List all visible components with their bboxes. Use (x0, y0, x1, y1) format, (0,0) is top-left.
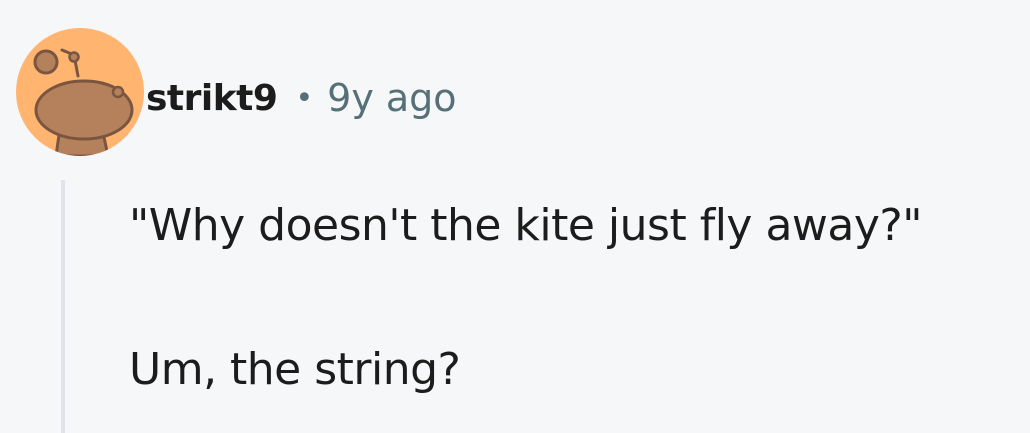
snoo-avatar-icon[interactable] (16, 28, 144, 156)
comment-body: "Why doesn't the kite just fly away?" Um… (129, 196, 1024, 400)
comment: strikt9 • 9y ago "Why doesn't the kite j… (0, 0, 1030, 433)
comment-paragraph: Um, the string? (129, 344, 461, 395)
author-username[interactable]: strikt9 (146, 78, 278, 119)
meta-separator: • (295, 80, 314, 116)
comment-timestamp[interactable]: 9y ago (327, 76, 456, 120)
comment-paragraph: "Why doesn't the kite just fly away?" (129, 200, 923, 251)
comment-meta: strikt9 • 9y ago (146, 72, 457, 124)
thread-line[interactable] (61, 180, 65, 433)
